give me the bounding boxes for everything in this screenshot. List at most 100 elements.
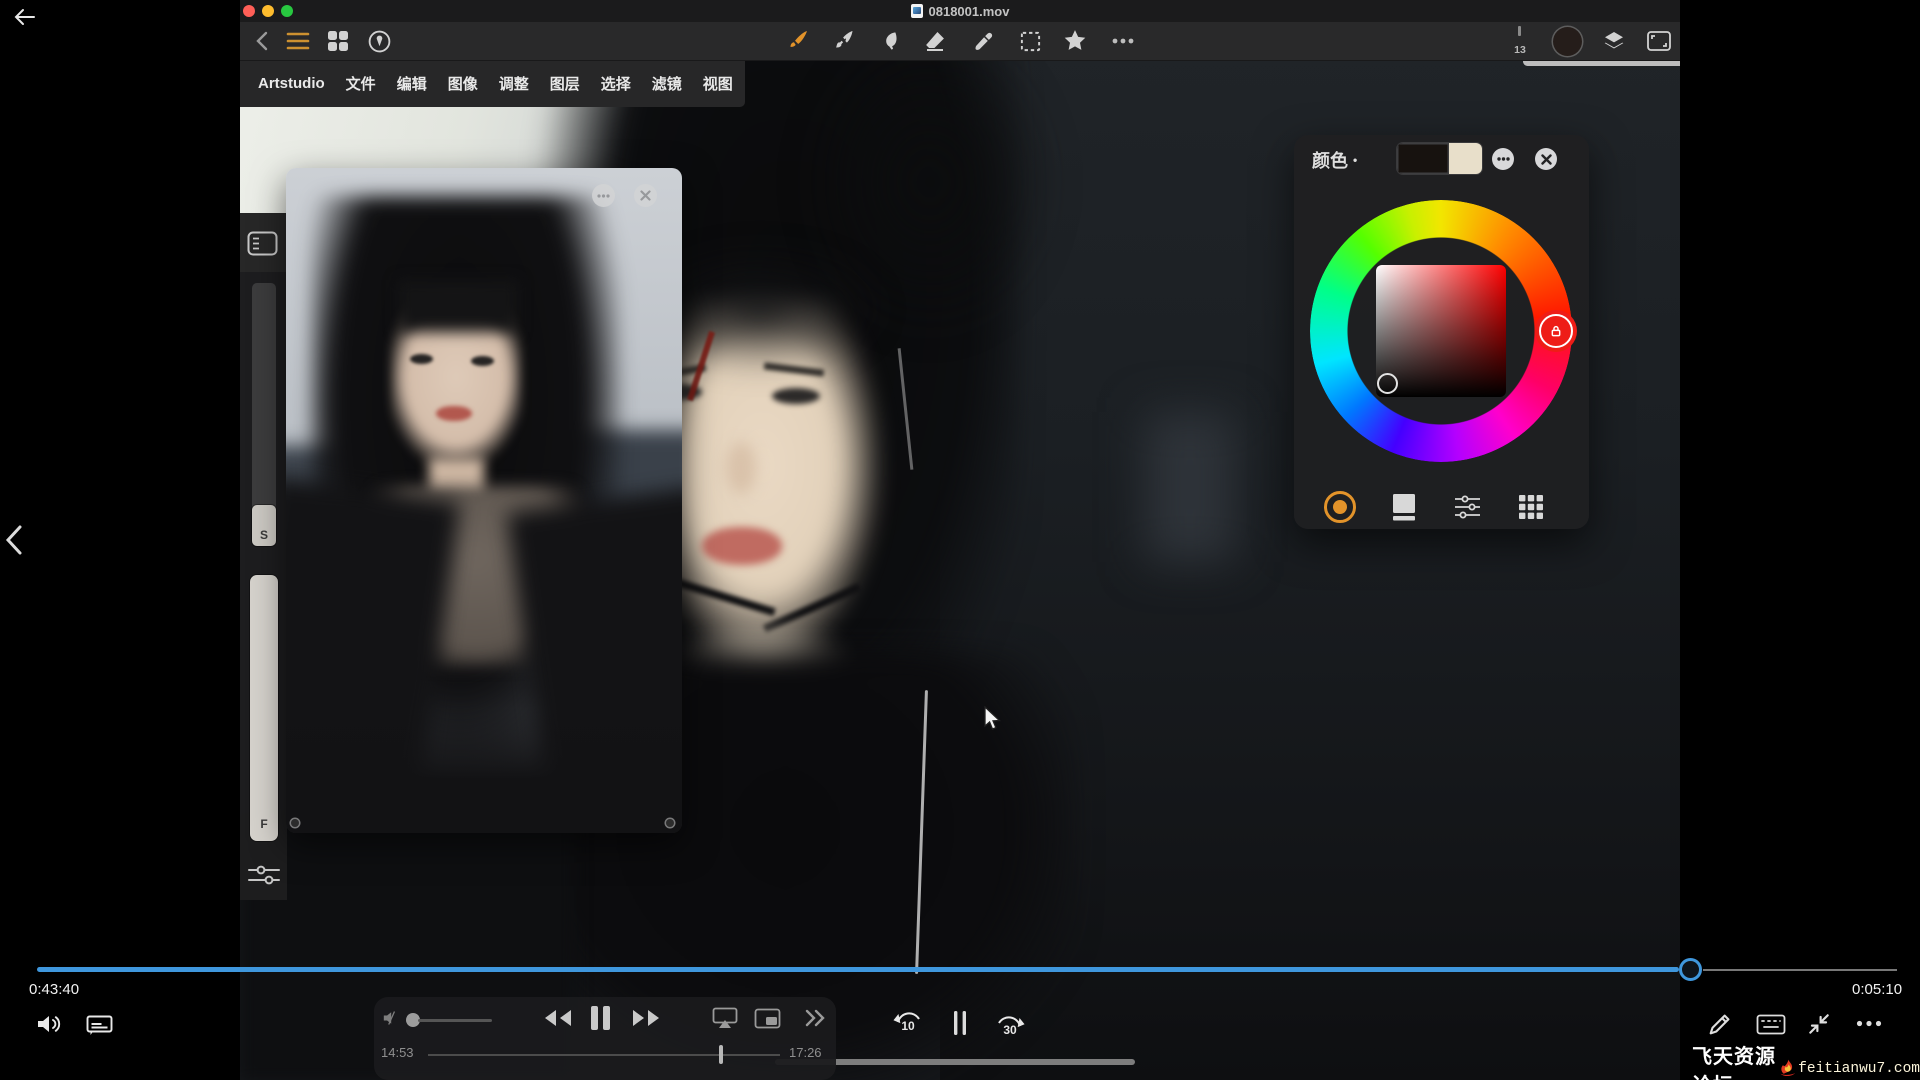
keyboard-icon <box>1756 1014 1786 1035</box>
pressure-pen-button[interactable] <box>362 22 396 60</box>
color-panel-more-button[interactable] <box>1492 148 1514 170</box>
menu-item-artstudio[interactable]: Artstudio <box>258 75 325 92</box>
window-title: 0818001.mov <box>929 4 1010 19</box>
cursor-arrow-icon <box>983 706 1002 732</box>
tool-wet-brush[interactable] <box>830 22 858 60</box>
grid-icon <box>327 30 349 52</box>
color-panel: 颜色 • <box>1294 135 1589 529</box>
reference-more-button[interactable] <box>592 184 615 207</box>
more-controls-button[interactable] <box>804 1009 826 1027</box>
tool-smudge[interactable] <box>876 22 904 60</box>
compress-arrows-icon <box>1806 1011 1832 1037</box>
reference-close-button[interactable] <box>634 184 657 207</box>
color-panel-close-button[interactable] <box>1535 148 1557 170</box>
timeline-playhead[interactable] <box>1679 958 1702 981</box>
sv-cursor[interactable] <box>1377 373 1398 394</box>
ellipsis-icon <box>1497 157 1510 161</box>
tool-eraser[interactable] <box>921 22 949 60</box>
menu-item-adjust[interactable]: 调整 <box>499 73 529 94</box>
timeline-remaining-track[interactable] <box>1703 969 1897 971</box>
tool-paint-brush[interactable] <box>784 22 812 60</box>
tab-color-wheel[interactable] <box>1323 491 1357 523</box>
app-back-button[interactable] <box>248 22 276 60</box>
secondary-color-swatch[interactable] <box>1449 143 1482 174</box>
fast-forward-button[interactable] <box>632 1009 660 1027</box>
menu-item-edit[interactable]: 编辑 <box>397 73 427 94</box>
pen-circle-icon <box>367 29 392 54</box>
painting-nose <box>726 442 756 494</box>
hue-lock-handle[interactable] <box>1535 310 1577 352</box>
eraser-icon <box>923 29 947 53</box>
menu-item-file[interactable]: 文件 <box>346 73 376 94</box>
tab-color-palette[interactable] <box>1514 491 1548 523</box>
airplay-button[interactable] <box>712 1007 738 1029</box>
size-slider-thumb[interactable]: S <box>252 505 276 546</box>
fast-forward-icon <box>632 1009 660 1027</box>
rewind-button[interactable] <box>544 1009 572 1027</box>
app-menubar: Artstudio 文件 编辑 图像 调整 图层 选择 滤镜 视图 <box>240 60 745 107</box>
movie-file-icon <box>911 4 923 18</box>
minimize-window-button[interactable] <box>262 5 274 17</box>
primary-color-swatch[interactable] <box>1397 143 1449 174</box>
hamburger-menu-icon <box>286 32 310 50</box>
exit-fullscreen-button[interactable] <box>1806 1011 1832 1037</box>
color-swatch-pair[interactable] <box>1397 143 1482 174</box>
flame-logo-icon <box>1779 1054 1796 1080</box>
muted-speaker-icon <box>382 1009 402 1027</box>
tool-selection[interactable] <box>1016 22 1044 60</box>
picture-in-picture-icon <box>754 1008 781 1029</box>
skip-back-10-button[interactable]: 10 <box>891 1008 925 1033</box>
segment-slider-track[interactable] <box>428 1054 780 1056</box>
tab-color-sliders[interactable] <box>1450 491 1484 523</box>
subtitles-button[interactable] <box>86 1013 113 1037</box>
menu-item-filter[interactable]: 滤镜 <box>652 73 682 94</box>
menu-item-select[interactable]: 选择 <box>601 73 631 94</box>
flow-slider[interactable]: F <box>250 575 278 841</box>
pause-button[interactable] <box>590 1005 611 1031</box>
keyboard-button[interactable] <box>1756 1014 1786 1035</box>
gallery-menu-button[interactable] <box>282 22 314 60</box>
window-title-area: 0818001.mov <box>240 0 1680 22</box>
reference-panel-toggle[interactable] <box>247 231 278 256</box>
reference-photo-panel[interactable] <box>286 168 682 833</box>
menu-item-image[interactable]: 图像 <box>448 73 478 94</box>
tool-favorites[interactable] <box>1060 22 1090 60</box>
layers-panel-button[interactable] <box>1598 22 1630 60</box>
slider-settings-button[interactable] <box>246 861 282 889</box>
brush-icon <box>786 29 810 53</box>
chrome-prev-button[interactable] <box>2 522 28 558</box>
pause-small-button[interactable] <box>953 1010 967 1036</box>
more-options-button[interactable] <box>1856 1020 1882 1027</box>
skip-forward-arc-icon <box>995 1012 1025 1032</box>
size-slider-label: S <box>260 528 268 542</box>
current-color-swatch[interactable] <box>1553 27 1582 56</box>
segment-end-time: 17:26 <box>789 1045 822 1060</box>
fit-canvas-button[interactable] <box>1642 22 1676 60</box>
segment-start-time: 14:53 <box>381 1045 414 1060</box>
rewind-icon <box>544 1009 572 1027</box>
volume-button[interactable] <box>36 1012 62 1036</box>
menu-item-layer[interactable]: 图层 <box>550 73 580 94</box>
remaining-time: 0:05:10 <box>1852 981 1902 998</box>
chrome-back-button[interactable] <box>12 6 38 28</box>
reference-resize-handle-right[interactable] <box>666 819 674 827</box>
tool-eyedropper[interactable] <box>969 22 997 60</box>
volume-slider-track[interactable] <box>418 1019 492 1022</box>
timeline-progress[interactable] <box>37 967 1679 972</box>
annotate-button[interactable] <box>1706 1010 1734 1038</box>
watermark-site-text: feitianwu7.com <box>1798 1061 1920 1077</box>
skip-forward-30-button[interactable]: 30 <box>993 1012 1027 1037</box>
segment-slider-thumb[interactable] <box>719 1045 723 1064</box>
tool-more-button[interactable] <box>1108 22 1138 60</box>
skip-back-label: 10 <box>901 1019 914 1033</box>
zoom-window-button[interactable] <box>281 5 293 17</box>
pip-button[interactable] <box>754 1008 781 1029</box>
apps-grid-button[interactable] <box>322 22 354 60</box>
playback-control-panel: 14:53 17:26 <box>374 997 836 1080</box>
player-mute-button[interactable] <box>382 1009 402 1027</box>
close-window-button[interactable] <box>243 5 255 17</box>
tab-color-box[interactable] <box>1387 491 1421 523</box>
menu-item-view[interactable]: 视图 <box>703 73 733 94</box>
reference-resize-handle-left[interactable] <box>291 819 299 827</box>
sliders-tab-icon <box>1454 495 1481 519</box>
